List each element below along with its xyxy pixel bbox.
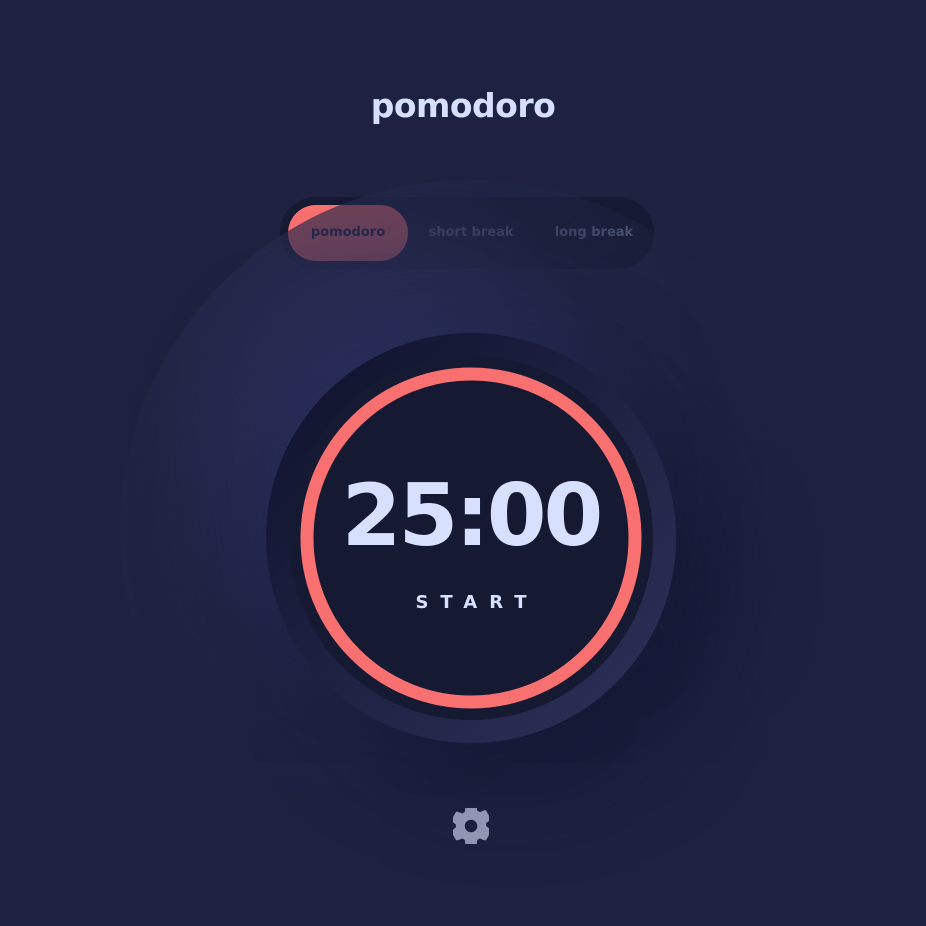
tab-pomodoro[interactable]: pomodoro bbox=[288, 205, 408, 261]
gear-icon bbox=[451, 805, 491, 847]
app-title: pomodoro bbox=[370, 86, 556, 125]
time-remaining: 25:00 bbox=[341, 466, 604, 566]
start-button[interactable]: START bbox=[289, 592, 653, 613]
mode-selector: pomodoro short break long break bbox=[280, 197, 654, 269]
tab-long-break[interactable]: long break bbox=[534, 205, 654, 261]
settings-button[interactable] bbox=[451, 805, 491, 847]
tab-short-break[interactable]: short break bbox=[411, 205, 531, 261]
